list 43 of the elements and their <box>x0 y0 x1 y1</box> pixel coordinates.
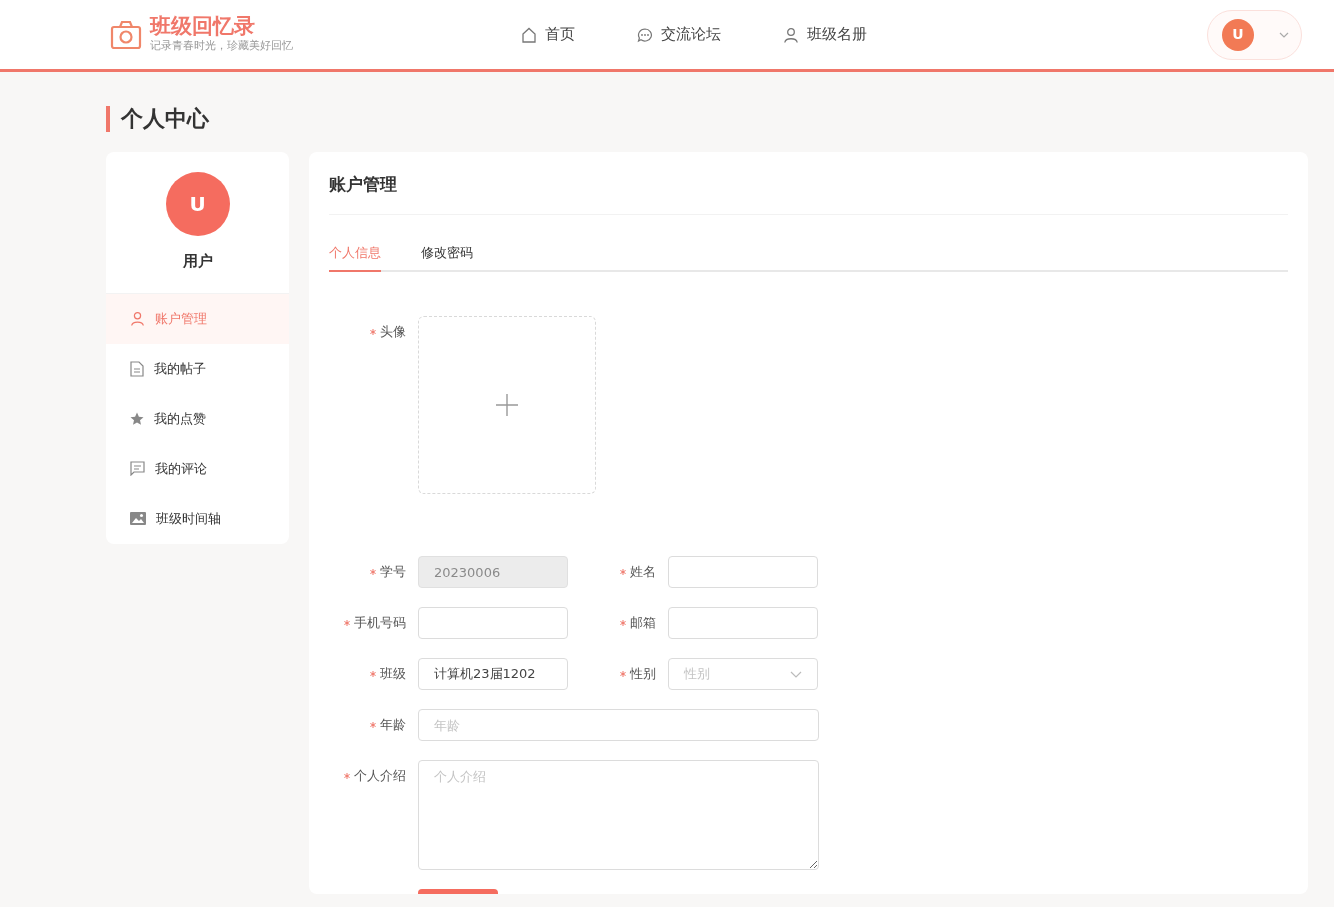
input-field[interactable] <box>668 607 818 639</box>
panel-title: 账户管理 <box>329 172 1288 215</box>
field-label: 邮箱 <box>630 614 656 633</box>
user-avatar: U <box>1222 18 1254 51</box>
tab[interactable]: 修改密码 <box>421 242 473 272</box>
profile-avatar: U <box>165 172 230 236</box>
user-icon <box>130 311 145 326</box>
profile-name: 用户 <box>106 250 289 294</box>
field-label: 学号 <box>380 563 406 582</box>
star-icon <box>130 411 144 426</box>
avatar-upload[interactable] <box>418 316 596 494</box>
site-title: 班级回忆录 <box>150 14 256 38</box>
nav-link[interactable]: 交流论坛 <box>637 23 721 46</box>
chat-icon <box>637 26 653 43</box>
plus-icon <box>495 393 519 417</box>
field-label: 性别 <box>630 665 656 684</box>
textarea-field[interactable]: 个人介绍 <box>418 760 819 870</box>
field-label: 个人介绍 <box>354 767 406 786</box>
input-field[interactable] <box>418 607 568 639</box>
image-icon <box>130 512 146 525</box>
sidebar-item[interactable]: 我的帖子 <box>106 343 289 394</box>
field-label: 姓名 <box>630 563 656 582</box>
field-label: 手机号码 <box>354 614 406 633</box>
nav-link[interactable]: 首页 <box>521 23 575 46</box>
field-label: 班级 <box>380 665 406 684</box>
page-title: 个人中心 <box>106 106 1308 132</box>
field-label: 头像 <box>380 323 406 342</box>
select-placeholder: 性别 <box>684 665 710 684</box>
site-subtitle: 记录青春时光，珍藏美好回忆 <box>150 37 293 54</box>
document-icon <box>130 360 144 377</box>
comment-icon <box>130 461 145 476</box>
field-label: 年龄 <box>380 716 406 735</box>
input-field[interactable] <box>668 556 818 588</box>
input-field[interactable]: 计算机23届1202 <box>418 658 568 690</box>
user-icon <box>783 26 799 43</box>
chevron-down-icon <box>790 670 802 678</box>
home-icon <box>521 26 537 43</box>
camera-icon <box>110 19 142 50</box>
sidebar-item[interactable]: 我的点赞 <box>106 393 289 444</box>
sidebar-item[interactable]: 我的评论 <box>106 443 289 494</box>
sidebar-item[interactable]: 班级时间轴 <box>106 493 289 544</box>
nav-link[interactable]: 班级名册 <box>783 23 867 46</box>
chevron-down-icon <box>1279 31 1289 38</box>
